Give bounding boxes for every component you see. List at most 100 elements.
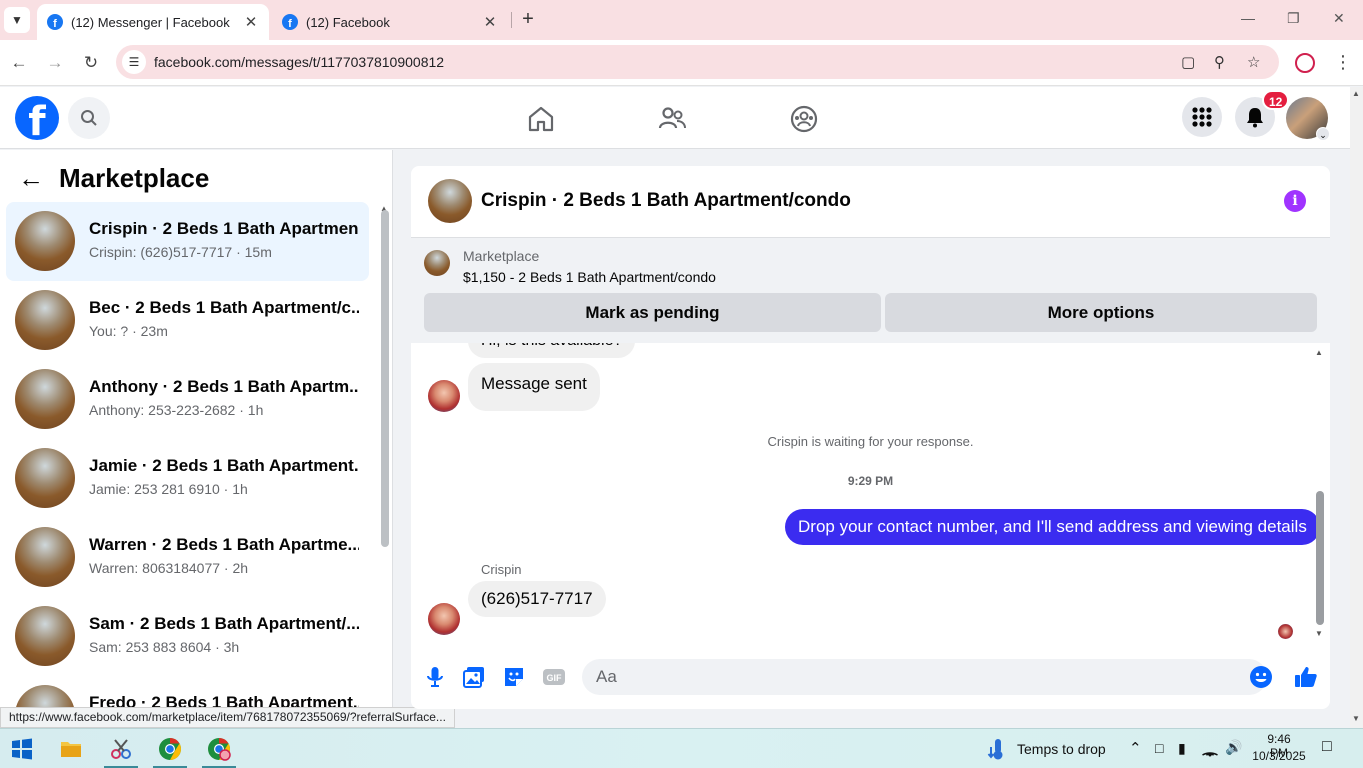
chat-title[interactable]: Crispin · 2 Beds 1 Bath Apartment/condo: [481, 190, 851, 212]
tab-search-button[interactable]: ▼: [4, 7, 30, 33]
browser-menu-icon[interactable]: ⋮: [1334, 52, 1352, 73]
new-tab-button[interactable]: +: [516, 8, 540, 32]
clock-date[interactable]: 10/3/2025: [1250, 749, 1308, 763]
listing-price-title[interactable]: $1,150 - 2 Beds 1 Bath Apartment/condo: [463, 269, 716, 285]
wifi-icon[interactable]: [1201, 740, 1219, 758]
account-avatar[interactable]: ⌄: [1286, 97, 1330, 141]
profile-icon[interactable]: [1295, 53, 1315, 73]
mark-as-pending-button[interactable]: Mark as pending: [424, 293, 881, 332]
notification-center-icon[interactable]: □: [1322, 738, 1332, 756]
conversation-name: Warren · 2 Beds 1 Bath Apartme...: [89, 535, 359, 554]
facebook-logo-icon[interactable]: f: [15, 96, 59, 140]
close-tab-icon[interactable]: ✕: [482, 13, 498, 31]
scroll-up-arrow-icon[interactable]: ▲: [1315, 348, 1323, 357]
conversation-item[interactable]: Bec · 2 Beds 1 Bath Apartment/c... You: …: [6, 281, 369, 360]
avatar[interactable]: [428, 380, 460, 412]
site-settings-icon[interactable]: ☰: [122, 50, 146, 74]
reload-icon[interactable]: ↻: [79, 51, 103, 75]
restore-icon[interactable]: ❐: [1287, 10, 1300, 27]
message-composer: GIF: [411, 653, 1330, 703]
close-window-icon[interactable]: ✕: [1333, 10, 1345, 27]
chrome-icon[interactable]: [158, 737, 182, 761]
more-options-button[interactable]: More options: [885, 293, 1317, 332]
snipping-tool-icon[interactable]: [109, 737, 133, 761]
outgoing-message-bubble: Drop your contact number, and I'll send …: [785, 509, 1320, 545]
battery-icon[interactable]: ▮: [1178, 740, 1186, 757]
conversation-preview: Crispin: (626)517-7717 · 15m: [89, 244, 272, 260]
emoji-icon[interactable]: [1249, 665, 1273, 689]
conversation-item[interactable]: Jamie · 2 Beds 1 Bath Apartment... Jamie…: [6, 439, 369, 518]
home-icon[interactable]: [526, 104, 556, 134]
tab-facebook[interactable]: f (12) Facebook ✕: [272, 4, 508, 40]
listing-thumbnail: [15, 290, 75, 350]
waiting-notice: Crispin is waiting for your response.: [767, 434, 974, 449]
message-bubble: Message sent: [468, 363, 600, 411]
conversation-item[interactable]: Anthony · 2 Beds 1 Bath Apartm... Anthon…: [6, 360, 369, 439]
scroll-down-arrow-icon[interactable]: ▼: [1352, 714, 1360, 723]
conversation-item[interactable]: Warren · 2 Beds 1 Bath Apartme... Warren…: [6, 518, 369, 597]
chat-panel: Crispin · 2 Beds 1 Bath Apartment/condo …: [411, 166, 1330, 709]
facebook-header: f 12 ⌄: [0, 87, 1350, 149]
scroll-down-arrow-icon[interactable]: ▼: [1315, 629, 1323, 638]
install-app-icon[interactable]: ▢: [1181, 53, 1195, 71]
file-explorer-icon[interactable]: [59, 737, 83, 761]
windows-start-icon[interactable]: [10, 737, 34, 761]
message-input[interactable]: [582, 659, 1267, 695]
scroll-up-arrow-icon[interactable]: ▲: [1352, 89, 1360, 98]
weather-thermometer-icon[interactable]: [986, 737, 1010, 761]
chrome-profile-icon[interactable]: [207, 737, 231, 761]
thumbs-up-icon[interactable]: [1294, 665, 1318, 689]
listing-thumbnail[interactable]: [428, 179, 472, 223]
read-receipt-avatar: [1278, 624, 1293, 639]
back-icon[interactable]: ←: [7, 51, 31, 75]
listing-thumbnail: [15, 369, 75, 429]
conversation-name: Sam · 2 Beds 1 Bath Apartment/...: [89, 614, 359, 633]
sender-name: Crispin: [481, 562, 522, 577]
volume-icon[interactable]: 🔊: [1225, 739, 1242, 756]
notification-badge: 12: [1262, 90, 1290, 110]
listing-thumbnail[interactable]: [424, 250, 450, 276]
tab-divider: [511, 12, 512, 28]
menu-button[interactable]: [1182, 97, 1222, 137]
microphone-icon[interactable]: [423, 665, 447, 689]
conversation-item[interactable]: Sam · 2 Beds 1 Bath Apartment/... Sam: 2…: [6, 597, 369, 676]
conversation-preview: Anthony: 253-223-2682 · 1h: [89, 402, 264, 418]
weather-text[interactable]: Temps to drop: [1017, 741, 1106, 757]
info-icon[interactable]: i: [1284, 190, 1306, 212]
search-button[interactable]: [68, 97, 110, 139]
chevron-down-icon: ⌄: [1316, 127, 1330, 141]
address-bar[interactable]: ☰ facebook.com/messages/t/11770378109008…: [116, 45, 1279, 79]
groups-icon[interactable]: [789, 104, 819, 134]
marketplace-label: Marketplace: [463, 248, 540, 264]
friends-icon[interactable]: [657, 104, 687, 134]
avatar[interactable]: [428, 603, 460, 635]
page-scrollbar[interactable]: ▲ ▼: [1350, 87, 1363, 728]
browser-tab-bar: ▼ f (12) Messenger | Facebook ✕ f (12) F…: [0, 0, 1363, 40]
conversation-item[interactable]: Crispin · 2 Beds 1 Bath Apartmen... Cris…: [6, 202, 369, 281]
url-text[interactable]: facebook.com/messages/t/1177037810900812: [154, 54, 444, 70]
listing-thumbnail: [15, 448, 75, 508]
marketplace-inbox: ← Marketplace Crispin · 2 Beds 1 Bath Ap…: [0, 150, 393, 727]
inbox-scrollbar[interactable]: [381, 210, 389, 547]
close-tab-icon[interactable]: ✕: [243, 13, 259, 31]
back-arrow-icon[interactable]: ←: [18, 164, 44, 192]
sticker-icon[interactable]: [502, 665, 526, 689]
status-bar-url: https://www.facebook.com/marketplace/ite…: [0, 707, 455, 728]
search-icon: [81, 110, 97, 126]
minimize-icon[interactable]: —: [1241, 10, 1255, 26]
listing-thumbnail: [15, 527, 75, 587]
facebook-favicon-icon: f: [47, 14, 63, 30]
conversation-name: Jamie · 2 Beds 1 Bath Apartment...: [89, 456, 359, 475]
photo-icon[interactable]: [462, 665, 486, 689]
zoom-icon[interactable]: ⚲: [1214, 53, 1225, 71]
show-hidden-icons-icon[interactable]: ⌃: [1129, 739, 1142, 757]
listing-thumbnail: [15, 606, 75, 666]
tab-messenger[interactable]: f (12) Messenger | Facebook ✕: [37, 4, 269, 40]
chat-scrollbar[interactable]: [1316, 491, 1324, 625]
page-title: Marketplace: [59, 163, 210, 193]
gif-icon[interactable]: GIF: [542, 665, 566, 689]
meet-icon[interactable]: □: [1155, 740, 1163, 756]
bookmark-star-icon[interactable]: ☆: [1247, 53, 1260, 71]
forward-icon[interactable]: →: [43, 51, 67, 75]
listing-thumbnail: [15, 211, 75, 271]
